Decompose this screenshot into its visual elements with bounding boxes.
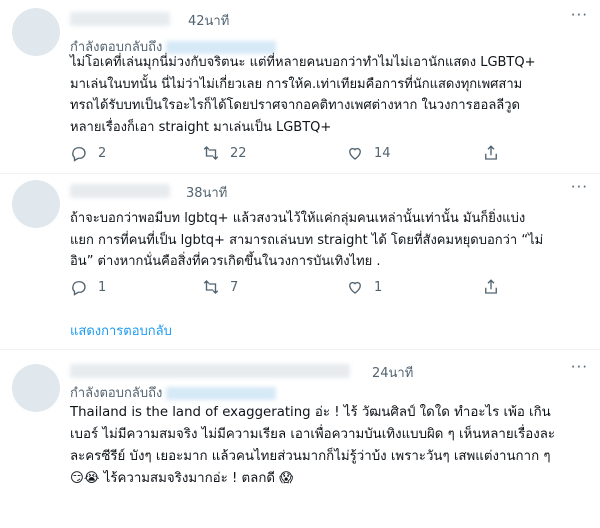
retweet-count: 7 (230, 279, 239, 295)
share-button[interactable] (482, 278, 510, 296)
retweet-button[interactable]: 7 (202, 278, 238, 296)
like-button[interactable]: 14 (346, 144, 391, 162)
tweet-3[interactable]: 24นาที ··· กำลังตอบกลับถึง Thailand is t… (0, 350, 600, 528)
reply-count: 1 (98, 279, 107, 295)
like-icon (349, 147, 361, 160)
share-button[interactable] (482, 144, 510, 162)
like-button[interactable]: 1 (346, 278, 382, 296)
show-replies-link[interactable]: แสดงการตอบกลับ (70, 320, 172, 341)
author-name-blurred[interactable] (70, 364, 350, 378)
tweet-line: แยก การที่คนที่เป็น lgbtq+ สามารถเล่นบท … (70, 232, 544, 248)
more-icon[interactable]: ··· (571, 178, 588, 196)
tweet-text: ไม่โอเคที่เล่นมุกนี่ม่วงกับจริตนะ แต่ที่… (70, 52, 590, 138)
like-count: 1 (374, 279, 383, 295)
more-icon[interactable]: ··· (571, 358, 588, 376)
replying-to-label: กำลังตอบกลับถึง (70, 386, 163, 401)
author-name-blurred[interactable] (70, 12, 170, 26)
avatar[interactable] (12, 8, 60, 56)
tweet-line: หลายเรื่องก็เอา straight มาเล่นเป็น LGBT… (70, 119, 332, 135)
retweet-icon (203, 280, 219, 294)
retweet-count: 22 (230, 145, 247, 161)
tweet-line: เบอร์ ไม่มีความสมจริง ไม่มีความเรียล เอา… (70, 427, 556, 442)
more-icon[interactable]: ··· (571, 6, 588, 24)
reply-button[interactable]: 2 (70, 144, 106, 162)
tweet-actions: 1 7 1 (70, 278, 590, 298)
replying-to: กำลังตอบกลับถึง (70, 382, 277, 403)
retweet-button[interactable]: 22 (202, 144, 247, 162)
tweet-line: มาเล่นในบทนั้น นี่ไม่ว่าไม่เกี่ยวเลย การ… (70, 76, 523, 92)
tweet-line: ละครซีรีย์ บังๆ เยอะมาก แล้วคนไทยส่วนมาก… (70, 449, 551, 464)
tweet-line: 😏😭 ไร้ความสมจริงมากอ่ะ ! ตลกดี 😱 (70, 471, 294, 486)
tweet-text: Thailand is the land of exaggerating อ่ะ… (70, 402, 590, 490)
author-name-blurred[interactable] (70, 184, 170, 198)
tweet-time[interactable]: 38นาที (186, 182, 227, 203)
tweet-line: ถ้าจะบอกว่าพอมีบท lgbtq+ แล้วสงวนไว้ให้แ… (70, 211, 526, 226)
tweet-line: อิน” ต่างหากนั่นคือสิ่งที่ควรเกิดขึ้นในว… (70, 254, 381, 269)
tweet-actions: 2 22 14 (70, 144, 590, 164)
reply-count: 2 (98, 145, 107, 161)
tweet-1[interactable]: 42นาที ··· กำลังตอบกลับถึง ไม่โอเคที่เล่… (0, 0, 600, 172)
tweet-line: ทรถได้รับบทเป็นใรอะไรก็ได้โดยปราศจากอคติ… (70, 98, 520, 113)
like-icon (349, 281, 361, 294)
share-icon (485, 145, 497, 160)
reply-button[interactable]: 1 (70, 278, 106, 296)
tweet-line: ไม่โอเคที่เล่นมุกนี่ม่วงกับจริตนะ แต่ที่… (70, 55, 536, 70)
tweet-2[interactable]: 38นาที ··· ถ้าจะบอกว่าพอมีบท lgbtq+ แล้ว… (0, 174, 600, 348)
tweet-text: ถ้าจะบอกว่าพอมีบท lgbtq+ แล้วสงวนไว้ให้แ… (70, 208, 590, 273)
share-icon (485, 279, 497, 294)
like-count: 14 (374, 145, 391, 161)
replying-to-handle[interactable] (166, 387, 277, 400)
reply-icon (72, 281, 86, 296)
tweet-line: Thailand is the land of exaggerating อ่ะ… (70, 405, 551, 420)
avatar[interactable] (12, 180, 60, 228)
tweet-time[interactable]: 42นาที (188, 10, 229, 31)
reply-icon (72, 147, 86, 162)
tweet-time[interactable]: 24นาที (372, 362, 413, 383)
avatar[interactable] (12, 364, 60, 412)
retweet-icon (203, 146, 219, 160)
